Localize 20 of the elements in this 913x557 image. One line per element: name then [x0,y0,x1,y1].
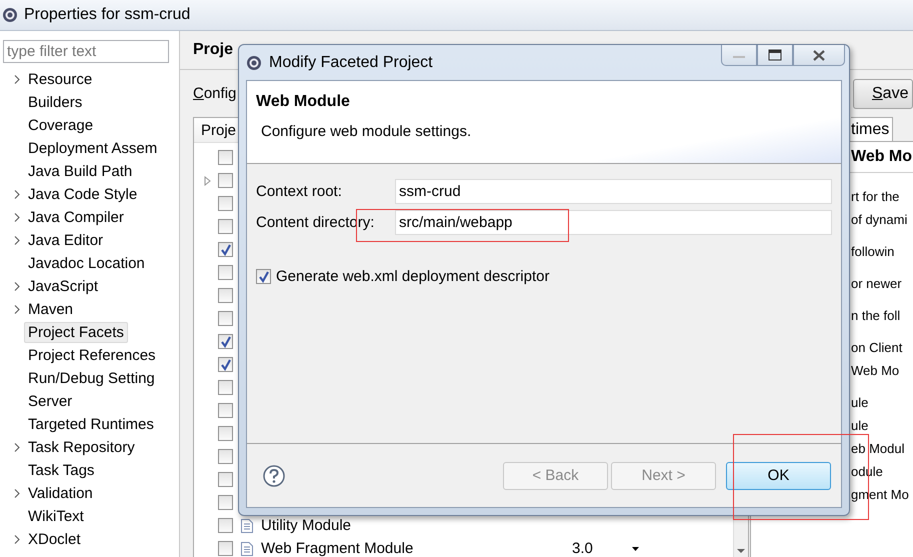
details-text: ule [851,394,870,412]
details-text: on Client [851,339,904,357]
details-text: Web Mo [851,362,900,380]
checkbox-label: Generate web.xml deployment descriptor [276,268,550,285]
details-text: or newer [851,275,903,293]
window-title: Properties for ssm-crud [24,6,190,24]
details-text: n the foll [851,307,902,325]
details-text: rt for the [851,188,900,206]
details-text: of dynami [851,211,908,229]
field-label: Context root: [256,183,343,200]
details-text: followin [851,243,896,261]
dialog-heading: Web Module [256,93,351,111]
facet-name: Utility Module [261,517,352,534]
configuration-label: Config [193,85,236,102]
facet-name: Web Fragment Module [261,540,414,557]
dialog-description: Configure web module settings. [261,123,472,140]
dialog-title: Modify Faceted Project [269,54,433,72]
details-text: eb Modul [851,440,906,458]
page-title: Proje [193,41,234,59]
details-text: ule [851,417,870,435]
